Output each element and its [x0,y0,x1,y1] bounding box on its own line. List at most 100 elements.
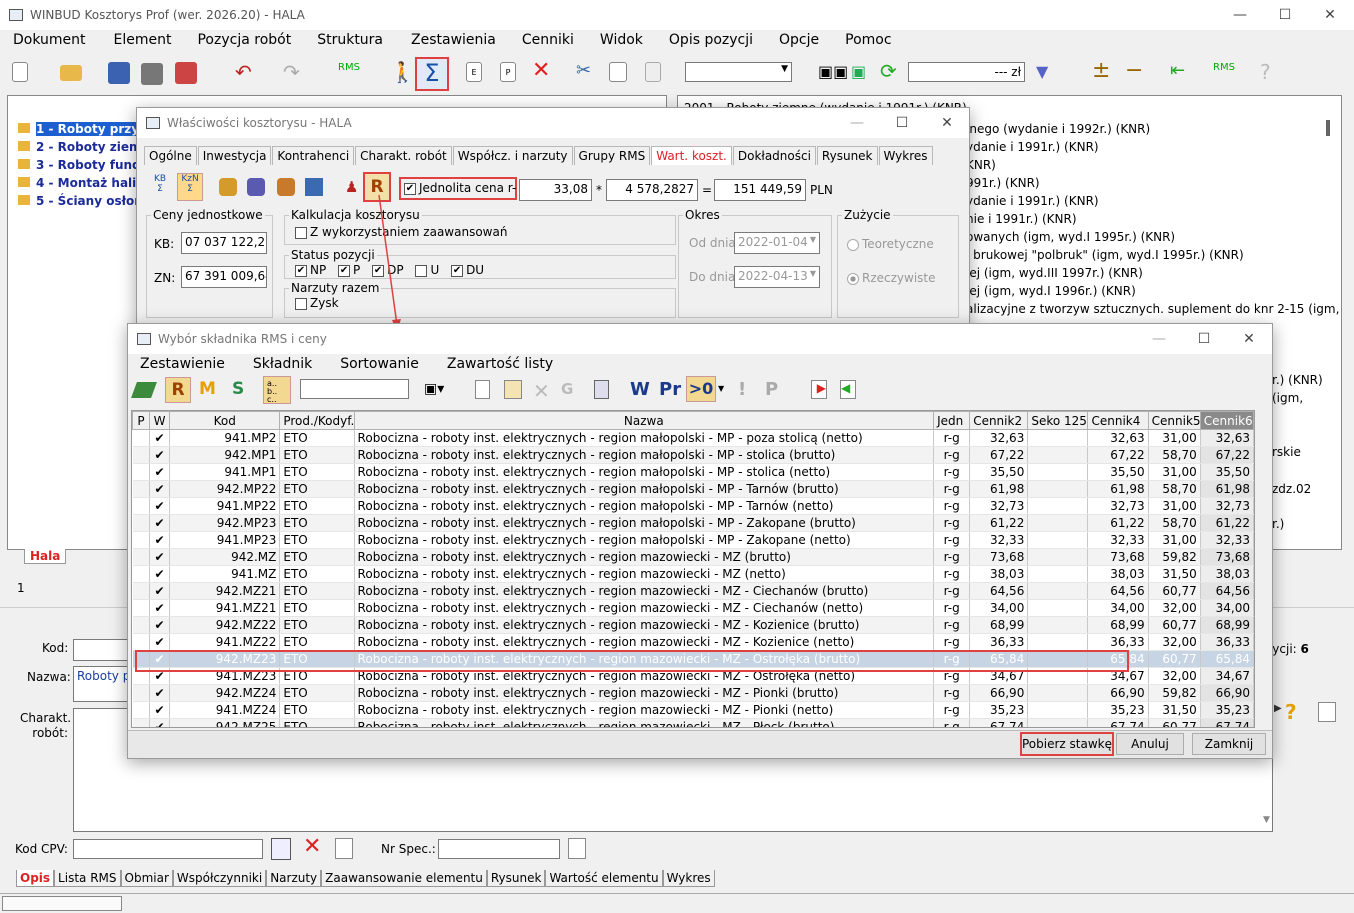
tab-wart-koszt[interactable]: Wart. koszt. [651,146,732,165]
rms-icon[interactable]: RMS [338,62,360,73]
scroll-down-icon[interactable]: ▼ [1263,815,1270,825]
tab-obmiar[interactable]: Obmiar [120,870,173,887]
tab-dokladnosci[interactable]: Dokładności [732,146,816,165]
film-icon[interactable] [305,178,323,196]
catalog-item[interactable]: KNR) [966,156,1339,174]
sel-close-button[interactable]: ✕ [1227,324,1271,354]
catalog-item[interactable]: ydanie i 1991r.) (KNR) [966,138,1339,156]
import-icon[interactable]: ⇤ [1170,60,1185,81]
grid-scrollbar[interactable] [1256,410,1268,728]
table-row[interactable]: ✔ 941.MZ ETO Robocizna - roboty inst. elekt… [132,565,1254,583]
tree-tab-hala[interactable]: Hala [24,549,67,564]
catalog-scrollbar[interactable] [1326,120,1330,136]
m-toggle[interactable]: M [199,379,216,399]
col-seko125[interactable]: Seko 125 [1027,411,1089,430]
p-doc-icon[interactable]: P [500,62,516,82]
np-checkbox[interactable]: ✔ NP [295,263,326,277]
tab-rysunek[interactable]: Rysunek [486,870,546,887]
menu-dokument[interactable]: Dokument [13,32,86,48]
quick-search-field[interactable] [300,379,409,399]
du-checkbox[interactable]: ✔ DU [451,263,484,277]
kod-field[interactable] [73,639,129,661]
table-row[interactable]: ✔ 942.MP1 ETO Robocizna - roboty inst. elek… [132,446,1254,464]
group-icon[interactable]: G [561,380,573,398]
jednolita-check[interactable]: ✔ Jednolita cena r- [399,177,517,200]
col-jedn[interactable]: Jedn [933,411,971,430]
new-item-icon[interactable] [475,380,490,399]
plus-minus-icon[interactable]: ± [1092,58,1110,83]
sort-abc-icon[interactable]: a.. b.. c.. [263,376,291,404]
search-replace-icon[interactable]: ▣ [851,62,866,81]
menu-skladnik[interactable]: Składnik [253,356,312,372]
col-kod[interactable]: Kod [169,411,281,430]
col-cennik4[interactable]: Cennik4 [1087,411,1149,430]
tab-wykres[interactable]: Wykres [662,870,715,887]
redo-icon[interactable]: ↷ [283,60,300,84]
menu-zawartosc[interactable]: Zawartość listy [447,356,553,372]
zysk-checkbox[interactable]: Zysk [295,296,339,310]
catalog-item[interactable]: 991r.) (KNR) [966,174,1339,192]
delete-item-icon[interactable]: ✕ [533,379,550,403]
menu-sortowanie[interactable]: Sortowanie [340,356,419,372]
binoculars-icon[interactable]: ▣▣ [818,62,848,81]
col-prod[interactable]: Prod./Kodyf. [279,411,355,430]
tab-narzuty[interactable]: Narzuty [266,870,322,887]
tab-zaawansowanie[interactable]: Zaawansowanie elementu [321,870,487,887]
gt-zero-toggle[interactable]: >0 [686,376,716,402]
zamknij-button[interactable]: Zamknij [1192,733,1266,755]
multiplier-field[interactable]: 4 578,2827 [606,179,698,201]
catalog-item[interactable]: lej (igm, wyd.I 1996r.) (KNR) [966,282,1339,300]
s-toggle[interactable]: S [232,379,244,399]
catalog-item[interactable]: ydanie i 1991r.) (KNR) [966,192,1339,210]
catalog-item[interactable]: i brukowej "polbruk" (igm, wyd.I 1995r.)… [966,246,1339,264]
pr-toggle[interactable]: Pr [659,379,681,400]
find-icon[interactable]: ▣▾ [424,381,444,397]
r-toggle[interactable]: R [165,377,191,403]
col-cennik6[interactable]: Cennik6 [1199,411,1254,430]
import-icon[interactable]: ◀ [840,380,856,399]
exclaim-icon[interactable]: ! [738,379,746,400]
sel-maximize-button[interactable]: ☐ [1182,324,1226,354]
tab-wartosc-elementu[interactable]: Wartość elementu [545,870,663,887]
kb-sum-icon[interactable]: KB Σ [149,174,171,200]
nr-spec-field[interactable] [438,839,560,859]
tab-wspolczynniki[interactable]: Współczynniki [172,870,267,887]
table-row[interactable]: ✔ 941.MZ24 ETO Robocizna - roboty inst. ele… [132,701,1254,719]
props-maximize-button[interactable]: ☐ [880,108,924,138]
table-row[interactable]: ✔ 942.MP23 ETO Robocizna - roboty inst. ele… [132,514,1254,532]
menu-opcje[interactable]: Opcje [779,32,819,48]
tab-kontrahenci[interactable]: Kontrahenci [272,146,355,165]
jednolita-value[interactable]: 33,08 [519,179,592,201]
filter-icon[interactable]: ▼ [1036,62,1048,81]
undo-icon[interactable]: ↶ [235,60,252,84]
result-field[interactable]: 151 449,59 [714,179,806,201]
pobierz-stawke-button[interactable]: Pobierz stawkę [1020,732,1114,756]
help-icon[interactable]: ? [1260,60,1271,84]
refresh-icon[interactable]: ⟳ [880,59,897,83]
maximize-button[interactable]: ☐ [1263,0,1307,30]
props-close-button[interactable]: ✕ [925,108,969,138]
toolbar-combo[interactable]: ▼ [685,62,792,82]
catalog-item[interactable]: nie i 1991r.) (KNR) [966,210,1339,228]
table-row[interactable]: ✔ 941.MP23 ETO Robocizna - roboty inst. ele… [132,531,1254,549]
pdf-icon[interactable] [175,62,197,84]
zn-field[interactable]: 67 391 009,64 [181,266,267,288]
search-doc-icon[interactable] [271,838,291,860]
table-row[interactable]: ✔ 941.MP2 ETO Robocizna - roboty inst. elek… [132,429,1254,447]
book-icon[interactable] [131,382,157,398]
tab-wspolcz[interactable]: Współcz. i narzuty [452,146,573,165]
tab-wykres[interactable]: Wykres [878,146,933,165]
table-row[interactable]: ✔ 941.MZ22 ETO Robocizna - roboty inst. ele… [132,633,1254,651]
tab-grupy-rms[interactable]: Grupy RMS [573,146,651,165]
document-icon[interactable] [1318,702,1336,722]
paste-icon[interactable] [645,62,661,82]
table-row[interactable]: ✔ 942.MZ25 ETO Robocizna - roboty inst. ele… [132,718,1254,727]
catalog-item[interactable]: lnego (wydanie i 1992r.) (KNR) [966,120,1339,138]
menu-opis[interactable]: Opis pozycji [669,32,753,48]
save-icon[interactable] [108,62,130,84]
kzn-sum-icon[interactable]: KzN Σ [177,173,203,201]
tab-rysunek[interactable]: Rysunek [816,146,878,165]
col-cennik5[interactable]: Cennik5 [1147,411,1201,430]
copy-doc-icon[interactable] [335,838,353,859]
help-question-icon[interactable]: ? [1285,700,1297,724]
